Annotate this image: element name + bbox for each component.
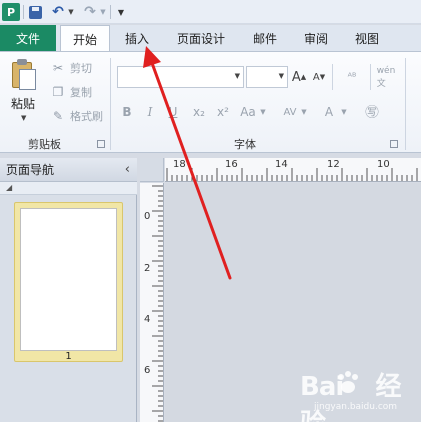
triangle-expand-icon[interactable]: ◢ xyxy=(6,183,12,192)
paste-label[interactable]: 粘贴 xyxy=(11,95,35,112)
ruler-label: 14 xyxy=(275,159,288,170)
font-color-button[interactable]: A xyxy=(321,101,337,123)
italic-button[interactable]: I xyxy=(141,101,159,123)
font-name-combobox[interactable]: ▼ xyxy=(117,66,244,88)
copy-label: 复制 xyxy=(70,86,92,99)
page-navigation-pane: 页面导航 ‹ ◢ 1 xyxy=(0,158,137,422)
tab-file[interactable]: 文件 xyxy=(0,25,56,51)
chevron-down-icon[interactable]: ▼ xyxy=(67,3,75,21)
chevron-down-icon[interactable]: ▼ xyxy=(300,101,308,123)
format-painter-button[interactable]: ✎ 格式刷 xyxy=(50,106,103,126)
tab-home[interactable]: 开始 xyxy=(60,25,110,52)
shrink-font-button[interactable]: A ▼ xyxy=(311,67,327,87)
format-painter-label: 格式刷 xyxy=(70,110,103,123)
ruler-label: 16 xyxy=(225,159,238,170)
undo-icon[interactable]: ↶ xyxy=(50,3,66,21)
collapse-pane-icon[interactable]: ‹ xyxy=(125,162,130,177)
page-navigation-header: 页面导航 ‹ xyxy=(0,158,137,182)
toolbar-divider xyxy=(110,5,111,19)
ruler-corner xyxy=(140,158,164,182)
redo-icon[interactable]: ↷ xyxy=(82,3,98,21)
chevron-down-icon[interactable]: ▼ xyxy=(99,3,107,21)
underline-button[interactable]: U xyxy=(164,101,182,123)
publisher-app-icon[interactable]: P xyxy=(2,3,20,21)
ruler-label: 6 xyxy=(144,365,151,376)
tab-view[interactable]: 视图 xyxy=(344,25,390,51)
vertical-ruler[interactable]: 0 2 4 6 xyxy=(140,183,164,422)
save-icon[interactable] xyxy=(28,3,42,21)
subscript-button[interactable]: x₂ xyxy=(189,101,209,123)
bold-button[interactable]: B xyxy=(118,101,136,123)
tab-mailings[interactable]: 邮件 xyxy=(242,25,288,51)
customize-toolbar-icon[interactable]: ▼ xyxy=(116,3,126,21)
superscript-button[interactable]: x² xyxy=(213,101,233,123)
group-divider xyxy=(405,58,406,150)
paintbrush-icon: ✎ xyxy=(52,109,64,123)
grow-font-button[interactable]: A ▲ xyxy=(291,67,307,87)
chevron-down-icon[interactable]: ▼ xyxy=(340,101,348,123)
cut-label: 剪切 xyxy=(70,62,92,75)
page-navigation-section[interactable]: ◢ xyxy=(0,182,137,195)
horizontal-ruler[interactable]: 18 16 14 12 10 xyxy=(165,158,421,182)
cut-button[interactable]: ✂ 剪切 xyxy=(50,58,92,78)
ruler-label: 0 xyxy=(144,211,151,222)
ruler-label: 18 xyxy=(173,159,186,170)
chevron-down-icon: ▼ xyxy=(234,72,240,80)
font-size-combobox[interactable]: ▼ xyxy=(246,66,288,88)
clipboard-group-label: 剪贴板 xyxy=(28,138,61,151)
copy-icon: ❐ xyxy=(52,85,64,99)
chevron-down-icon[interactable]: ▼ xyxy=(21,114,26,122)
clear-formatting-icon[interactable]: ᴬᴮ xyxy=(342,67,362,87)
baidu-jingyan-watermark: Bai 经验 jingyan.baidu.com xyxy=(300,366,418,422)
copy-button[interactable]: ❐ 复制 xyxy=(50,82,92,102)
page-thumbnail[interactable]: 1 xyxy=(14,202,123,362)
dialog-launcher-icon[interactable] xyxy=(390,140,398,148)
chevron-down-icon: ▼ xyxy=(278,72,284,80)
phonetic-guide-icon[interactable]: wén 文 xyxy=(376,66,396,89)
ruler-label: 10 xyxy=(377,159,390,170)
chevron-down-icon[interactable]: ▼ xyxy=(259,101,267,123)
page-navigation-title: 页面导航 xyxy=(6,163,55,177)
ruler-label: 12 xyxy=(327,159,340,170)
ruler-label: 2 xyxy=(144,263,151,274)
ribbon-home-panel: 粘贴 ▼ ✂ 剪切 ❐ 复制 ✎ 格式刷 剪贴板 ▼ ▼ A ▲ A ▼ ᴬᴮ wé… xyxy=(0,51,421,153)
paste-button[interactable] xyxy=(8,58,42,100)
quick-access-toolbar: P ↶ ▼ ↷ ▼ ▼ xyxy=(0,0,421,24)
tab-page-design[interactable]: 页面设计 xyxy=(165,25,237,51)
enclose-characters-icon[interactable]: ㊢ xyxy=(362,101,382,123)
ribbon-tabs: 文件 开始 插入 页面设计 邮件 审阅 视图 xyxy=(0,25,421,52)
scissors-icon: ✂ xyxy=(52,61,64,75)
group-divider xyxy=(110,58,111,150)
page-thumbnail-number: 1 xyxy=(65,351,72,362)
tab-insert[interactable]: 插入 xyxy=(112,25,162,51)
ruler-label: 4 xyxy=(144,314,151,325)
page-thumbnail-preview xyxy=(20,208,117,351)
toolbar-divider xyxy=(23,5,24,19)
change-case-button[interactable]: Aa xyxy=(238,101,258,123)
watermark-url: jingyan.baidu.com xyxy=(314,402,398,412)
character-spacing-button[interactable]: AV xyxy=(280,101,300,123)
dialog-launcher-icon[interactable] xyxy=(97,140,105,148)
font-group-label: 字体 xyxy=(234,138,256,151)
tab-review[interactable]: 审阅 xyxy=(293,25,339,51)
